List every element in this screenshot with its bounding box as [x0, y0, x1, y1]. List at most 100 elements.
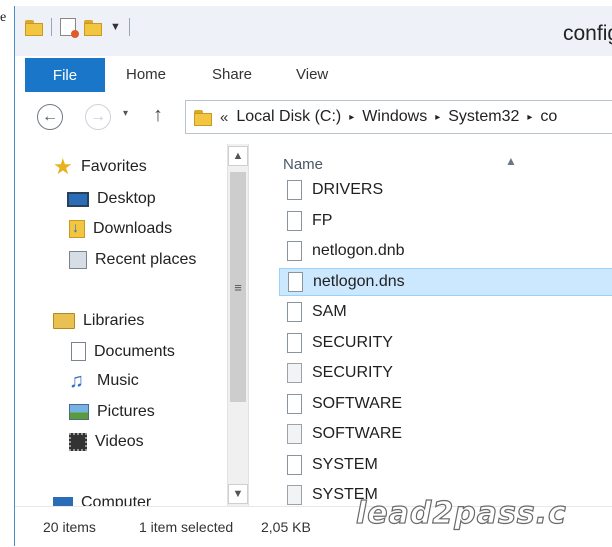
- breadcrumb-separator-icon[interactable]: ▸: [527, 112, 532, 123]
- file-icon: [287, 454, 302, 475]
- sidebar-item-label: Desktop: [97, 190, 156, 207]
- tab-share[interactable]: Share: [212, 66, 252, 83]
- file-icon: [288, 271, 303, 292]
- sidebar-item-label: Downloads: [93, 220, 173, 237]
- file-icon: [287, 241, 302, 261]
- address-bar[interactable]: « Local Disk (C:) ▸ Windows ▸ System32 ▸…: [185, 100, 612, 134]
- folder-icon: [194, 108, 212, 126]
- address-overflow-chevron[interactable]: «: [220, 109, 228, 126]
- forward-arrow-icon[interactable]: →: [85, 104, 111, 130]
- file-name: DRIVERS: [312, 181, 384, 198]
- toolbar-divider: [128, 18, 130, 36]
- window-title: config: [563, 22, 612, 45]
- documents-icon: [71, 342, 86, 361]
- navigation-bar: ← → ▾ ↑ « Local Disk (C:) ▸ Windows ▸ Sy…: [15, 92, 612, 144]
- breadcrumb-system32[interactable]: System32: [448, 108, 519, 126]
- file-icon: [287, 332, 302, 353]
- computer-icon: [53, 497, 73, 506]
- file-list: ▲ Name DRIVERS FP netlogon.dnb netlogon.dns…: [249, 144, 612, 506]
- sidebar-item-label: Documents: [94, 342, 175, 360]
- downloads-icon: [69, 219, 85, 238]
- sidebar-item-documents[interactable]: Documents: [71, 342, 175, 361]
- sidebar-item-desktop[interactable]: Desktop: [67, 190, 156, 208]
- scroll-up-icon[interactable]: ▲: [228, 146, 248, 166]
- sidebar-item-label: Videos: [95, 433, 144, 450]
- tab-home[interactable]: Home: [126, 66, 166, 83]
- tab-file[interactable]: File: [25, 58, 105, 92]
- file-row[interactable]: SYSTEM: [279, 451, 612, 479]
- system-file-icon: [287, 485, 302, 505]
- sidebar-item-label: Music: [97, 372, 139, 389]
- file-row[interactable]: FP: [279, 207, 612, 235]
- sidebar-item-label: Pictures: [97, 403, 155, 420]
- videos-icon: [69, 433, 87, 451]
- sidebar-item-computer[interactable]: Computer: [53, 494, 151, 506]
- breadcrumb-config[interactable]: co: [540, 108, 557, 126]
- file-row[interactable]: netlogon.dns: [279, 267, 612, 296]
- file-explorer-window: ▼ config File Home Share View ← → ▾ ↑ « …: [14, 6, 612, 547]
- page-edge-text: e: [0, 10, 7, 25]
- file-row[interactable]: SAM: [279, 298, 612, 326]
- libraries-icon: [53, 313, 75, 329]
- selection-size: 2,05 KB: [261, 519, 311, 535]
- sidebar-item-pictures[interactable]: Pictures: [69, 403, 155, 421]
- column-header-name[interactable]: ▲ Name: [283, 154, 517, 173]
- sidebar-item-recent-places[interactable]: Recent places: [69, 251, 196, 269]
- file-name: SAM: [312, 303, 347, 320]
- navigation-pane: ★ Favorites Desktop Downloads Recent pla…: [15, 144, 227, 506]
- properties-icon[interactable]: [60, 18, 79, 38]
- item-count: 20 items: [43, 519, 96, 535]
- sidebar-item-label: Computer: [81, 494, 152, 506]
- title-bar: ▼ config: [15, 6, 612, 56]
- toolbar-divider: [51, 18, 52, 36]
- sidebar-item-label: Favorites: [81, 158, 147, 175]
- file-row[interactable]: DRIVERS: [279, 176, 612, 204]
- file-name: netlogon.dnb: [312, 242, 405, 259]
- breadcrumb-windows[interactable]: Windows: [362, 108, 427, 126]
- column-header-label: Name: [283, 156, 324, 173]
- sidebar-item-favorites[interactable]: ★ Favorites: [53, 154, 147, 179]
- scrollbar-thumb[interactable]: ≡: [230, 172, 246, 402]
- ribbon-tabs: File Home Share View: [15, 56, 612, 93]
- navigation-pane-scrollbar[interactable]: ▲ ≡ ▼: [227, 144, 249, 506]
- new-folder-icon[interactable]: [84, 18, 102, 36]
- file-name: SYSTEM: [312, 455, 378, 473]
- quick-access-toolbar: ▼: [25, 18, 130, 38]
- customize-dropdown-icon[interactable]: ▼: [110, 21, 121, 33]
- breadcrumb-local-disk[interactable]: Local Disk (C:): [236, 108, 341, 126]
- file-name: SOFTWARE: [312, 394, 403, 412]
- sidebar-item-downloads[interactable]: Downloads: [69, 219, 173, 238]
- folder-icon: [25, 18, 43, 36]
- system-file-icon: [287, 363, 302, 383]
- scroll-down-icon[interactable]: ▼: [228, 484, 248, 504]
- sort-ascending-icon: ▲: [505, 154, 517, 168]
- tab-view[interactable]: View: [296, 66, 328, 83]
- selection-count: 1 item selected: [139, 519, 234, 535]
- back-arrow-icon[interactable]: ←: [37, 104, 63, 130]
- file-name: SOFTWARE: [312, 425, 403, 442]
- sidebar-item-label: Libraries: [83, 312, 145, 329]
- file-name: FP: [312, 211, 333, 229]
- file-row[interactable]: SECURITY: [279, 359, 612, 387]
- sidebar-item-videos[interactable]: Videos: [69, 433, 144, 451]
- breadcrumb-separator-icon[interactable]: ▸: [435, 112, 440, 123]
- breadcrumb-separator-icon[interactable]: ▸: [349, 112, 354, 123]
- up-arrow-icon[interactable]: ↑: [153, 104, 163, 127]
- file-row[interactable]: SOFTWARE: [279, 390, 612, 418]
- file-name: SECURITY: [312, 364, 393, 381]
- file-icon: [287, 393, 302, 414]
- file-icon: [287, 210, 302, 231]
- file-name: SECURITY: [312, 333, 393, 351]
- star-icon: ★: [53, 154, 73, 179]
- file-row[interactable]: SECURITY: [279, 329, 612, 357]
- sidebar-item-label: Recent places: [95, 251, 197, 268]
- file-icon: [287, 302, 302, 322]
- file-row[interactable]: SOFTWARE: [279, 420, 612, 448]
- system-file-icon: [287, 424, 302, 444]
- sidebar-item-libraries[interactable]: Libraries: [53, 312, 144, 330]
- recent-locations-dropdown[interactable]: ▾: [123, 108, 128, 119]
- music-icon: ♫: [69, 370, 84, 392]
- sidebar-item-music[interactable]: ♫ Music: [69, 370, 139, 392]
- file-name: netlogon.dns: [313, 272, 405, 290]
- file-row[interactable]: netlogon.dnb: [279, 237, 612, 265]
